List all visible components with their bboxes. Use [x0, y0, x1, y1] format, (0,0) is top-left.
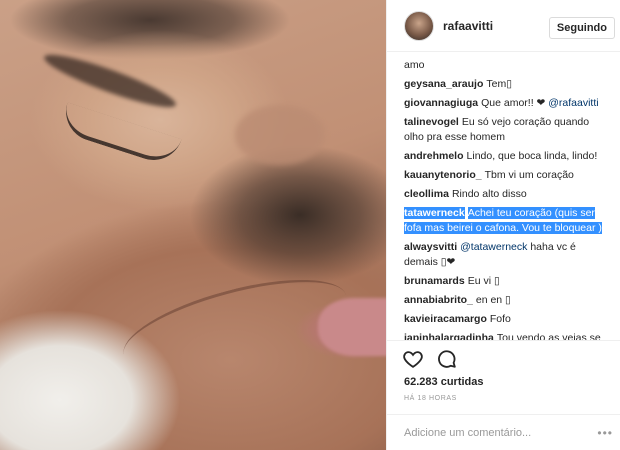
- comment-author[interactable]: kavieiracamargo: [404, 313, 487, 325]
- heart-outline-icon[interactable]: [402, 348, 424, 370]
- comment-text: amo: [404, 59, 425, 71]
- post-sidebar: rafaavitti Seguindo amo geysana_araujo Tem…: [386, 0, 620, 450]
- comment-mention[interactable]: @tatawerneck: [460, 241, 527, 253]
- comment-author[interactable]: cleollima: [404, 188, 449, 200]
- comment-text: Que amor!! ❤: [481, 97, 549, 109]
- comment-item: tatawerneck Achei teu coração (quis ser f…: [404, 206, 610, 236]
- comment-item: talinevogel Eu só vejo coração quando olh…: [404, 115, 610, 145]
- post-header: rafaavitti Seguindo: [387, 0, 620, 52]
- comment-item: annabiabrito_ en en ▯: [404, 293, 610, 308]
- more-options-icon[interactable]: •••: [597, 426, 613, 440]
- username[interactable]: rafaavitti: [443, 19, 493, 33]
- comment-item: japinhalargadinhaTou vendo as veias se e…: [404, 331, 610, 340]
- following-button[interactable]: Seguindo: [548, 17, 615, 39]
- comment-author[interactable]: kauanytenorio_: [404, 169, 482, 181]
- comment-mention[interactable]: @rafaavitti: [548, 97, 598, 109]
- comment-item: andrehmelo Lindo, que boca linda, lindo!: [404, 149, 610, 164]
- add-comment-bar: •••: [387, 414, 620, 450]
- comment-text: Tem▯: [486, 78, 513, 90]
- photo-eyebrow: [40, 46, 180, 116]
- post-actions: [387, 340, 620, 370]
- comment-item: kauanytenorio_ Tbm vi um coração: [404, 168, 610, 183]
- photo-nose: [235, 105, 325, 165]
- comments-list[interactable]: amo geysana_araujo Tem▯ giovannagiuga Que am…: [387, 58, 620, 340]
- comment-text: en en ▯: [475, 294, 511, 306]
- comment-item: kavieiracamargo Fofo: [404, 312, 610, 327]
- comment-text: Fofo: [489, 313, 511, 325]
- comment-author[interactable]: geysana_araujo: [404, 78, 483, 90]
- comment-text: Rindo alto disso: [451, 188, 527, 200]
- comment-author[interactable]: alwaysvitti: [404, 241, 457, 253]
- comment-text: Lindo, que boca linda, lindo!: [466, 150, 598, 162]
- comment-author[interactable]: annabiabrito_: [404, 294, 473, 306]
- comment-item: brunamards Eu vi ▯: [404, 274, 610, 289]
- post-photo: [0, 0, 386, 450]
- speech-bubble-icon[interactable]: [436, 348, 458, 370]
- comment-item: geysana_araujo Tem▯: [404, 77, 610, 92]
- likes-count[interactable]: 62.283 curtidas: [404, 376, 484, 388]
- post-timestamp: HÁ 18 HORAS: [404, 395, 457, 402]
- comment-author[interactable]: talinevogel: [404, 116, 459, 128]
- comment-author[interactable]: tatawerneck: [404, 207, 465, 219]
- photo-hand: [114, 261, 356, 389]
- photo-closed-eye: [58, 102, 182, 168]
- comment-author[interactable]: andrehmelo: [404, 150, 464, 162]
- avatar[interactable]: [404, 10, 434, 41]
- comment-item: cleollima Rindo alto disso: [404, 187, 610, 202]
- comment-input[interactable]: [404, 426, 598, 439]
- comment-text: Eu vi ▯: [467, 275, 500, 287]
- comment-item: giovannagiuga Que amor!! ❤ @rafaavitti: [404, 96, 610, 111]
- comment-item: amo: [404, 58, 610, 73]
- comment-author[interactable]: japinhalargadinha: [404, 332, 494, 340]
- comment-text: Tbm vi um coração: [484, 169, 574, 181]
- comment-author[interactable]: giovannagiuga: [404, 97, 478, 109]
- comment-author[interactable]: brunamards: [404, 275, 465, 287]
- comment-item: alwaysvitti @tatawerneck haha vc é demais…: [404, 240, 610, 270]
